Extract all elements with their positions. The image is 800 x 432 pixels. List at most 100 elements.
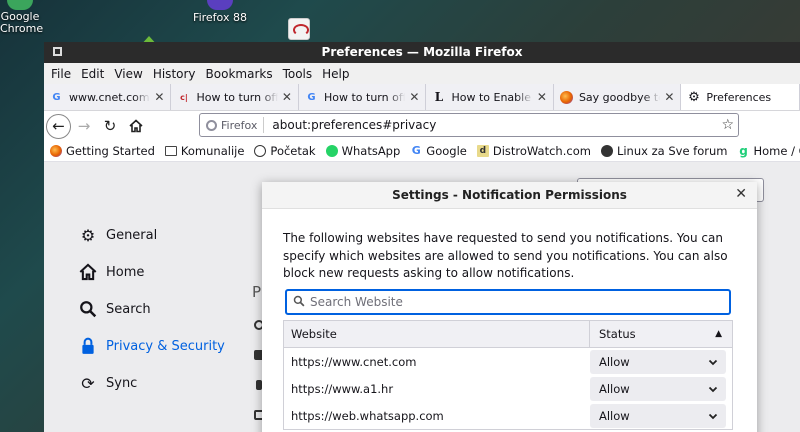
close-icon[interactable]: ✕: [154, 90, 164, 104]
bookmark-item[interactable]: d DistroWatch.com: [476, 144, 591, 158]
status-dropdown[interactable]: Allow: [590, 403, 726, 428]
menu-file[interactable]: File: [46, 67, 76, 81]
home-button[interactable]: [123, 113, 149, 139]
close-icon[interactable]: ✕: [282, 90, 292, 104]
bookmarks-toolbar: Getting Started Komunalije Početak Whats…: [44, 141, 800, 162]
identity-box[interactable]: Firefox: [200, 117, 265, 133]
table-row[interactable]: https://www.a1.hr Allow: [284, 375, 732, 402]
sidebar-item-home[interactable]: Home: [78, 262, 144, 282]
status-cell: Allow: [590, 349, 732, 374]
firefox-icon: [559, 90, 573, 104]
reload-button[interactable]: ↻: [97, 113, 123, 139]
bookmark-item[interactable]: Getting Started: [50, 144, 155, 158]
bookmark-item[interactable]: Početak: [254, 144, 316, 158]
tab[interactable]: G www.cnet.com stu ✕: [44, 84, 172, 110]
window-titlebar[interactable]: Preferences — Mozilla Firefox: [44, 42, 800, 63]
close-icon[interactable]: ✕: [664, 90, 674, 104]
google-icon: G: [52, 91, 61, 103]
notification-permissions-dialog: Settings - Notification Permissions ✕ Th…: [262, 182, 757, 432]
forward-button[interactable]: →: [71, 113, 97, 139]
bookmark-label: Google: [426, 144, 467, 158]
sidebar-item-label: Privacy & Security: [106, 338, 225, 354]
sidebar-item-label: General: [106, 227, 158, 243]
menu-edit[interactable]: Edit: [76, 67, 109, 81]
website-cell: https://www.cnet.com: [291, 354, 417, 369]
status-value: Allow: [599, 354, 630, 369]
table-row[interactable]: https://www.cnet.com Allow: [284, 348, 732, 375]
tab-preferences[interactable]: ⚙ Preferences: [681, 84, 800, 110]
tab-title: How to turn off Go: [196, 90, 278, 104]
identity-label: Firefox: [221, 118, 258, 132]
bookmark-item[interactable]: Linux za Sve forum: [600, 144, 728, 158]
status-dropdown[interactable]: Allow: [590, 376, 726, 401]
back-button[interactable]: ←: [46, 113, 71, 139]
table-header: Website Status ▲: [284, 321, 732, 348]
dialog-titlebar[interactable]: Settings - Notification Permissions ✕: [262, 182, 757, 209]
penguin-icon: [600, 145, 613, 157]
gear-icon: ⚙: [688, 89, 700, 105]
desktop-icon-chrome[interactable]: Google Chrome: [0, 0, 43, 35]
website-cell: https://web.whatsapp.com: [291, 408, 444, 423]
tab[interactable]: L How to Enable an ✕: [426, 84, 554, 110]
website-column-header[interactable]: Website: [284, 321, 590, 347]
status-cell: Allow: [590, 376, 732, 401]
status-value: Allow: [599, 408, 630, 423]
column-label: Status: [599, 327, 636, 341]
firefox-icon: [206, 119, 217, 131]
permissions-table: Website Status ▲ https://www.cnet.com Al…: [283, 320, 733, 430]
menubar: File Edit View History Bookmarks Tools H…: [44, 63, 800, 84]
status-dropdown[interactable]: Allow: [590, 349, 726, 374]
lock-icon: [78, 336, 98, 356]
close-icon[interactable]: ✕: [735, 186, 747, 202]
tab-title: www.cnet.com stu: [69, 90, 150, 104]
window-title: Preferences — Mozilla Firefox: [321, 45, 523, 59]
bookmark-label: Linux za Sve forum: [616, 144, 728, 158]
gear-icon: ⚙: [80, 225, 96, 245]
chevron-down-icon: [708, 382, 718, 396]
reload-icon: ↻: [103, 117, 117, 135]
gab-icon: g: [739, 144, 748, 158]
sidebar-item-search[interactable]: Search: [78, 299, 151, 319]
bookmark-item[interactable]: WhatsApp: [325, 144, 401, 158]
url-text[interactable]: about:preferences#privacy: [264, 118, 721, 132]
navigation-toolbar: ← → ↻ Firefox about:preferences#privacy …: [44, 111, 800, 141]
status-cell: Allow: [590, 403, 732, 428]
google-icon: G: [411, 144, 421, 157]
bookmark-folder[interactable]: Komunalije: [164, 144, 245, 158]
close-icon[interactable]: ✕: [537, 90, 547, 104]
menu-view[interactable]: View: [109, 67, 147, 81]
tab-title: How to Enable an: [451, 90, 532, 104]
bookmark-label: Komunalije: [180, 144, 245, 158]
tab[interactable]: G How to turn off Fir ✕: [299, 84, 427, 110]
status-column-header[interactable]: Status ▲: [590, 321, 732, 347]
desktop-icon-label: Firefox 88: [193, 11, 247, 24]
tab[interactable]: Say goodbye to a ✕: [554, 84, 682, 110]
sidebar-item-general[interactable]: ⚙ General: [78, 225, 157, 245]
google-icon: G: [307, 91, 316, 103]
bookmark-label: Početak: [270, 144, 316, 158]
close-icon[interactable]: ✕: [409, 90, 419, 104]
bookmark-label: Home / Gab Social: [753, 144, 800, 158]
menu-help[interactable]: Help: [317, 67, 354, 81]
dialog-description: The following websites have requested to…: [283, 231, 728, 280]
tab[interactable]: c| How to turn off Go ✕: [171, 84, 299, 110]
folder-icon: [164, 146, 177, 156]
desktop-icon-firefox[interactable]: Firefox 88: [190, 0, 250, 24]
sidebar-item-privacy[interactable]: Privacy & Security: [78, 336, 225, 356]
url-bar[interactable]: Firefox about:preferences#privacy ☆: [199, 113, 739, 137]
sidebar-item-sync[interactable]: ⟳ Sync: [78, 373, 137, 393]
bookmark-label: WhatsApp: [341, 144, 401, 158]
search-website-field[interactable]: [285, 289, 731, 315]
bookmark-item[interactable]: g Home / Gab Social: [737, 144, 800, 158]
menu-history[interactable]: History: [148, 67, 201, 81]
firefox-icon: [207, 0, 233, 10]
bookmark-label: DistroWatch.com: [492, 144, 591, 158]
desktop-app-icon[interactable]: [288, 18, 310, 40]
bookmark-star-icon[interactable]: ☆: [721, 117, 738, 133]
bookmark-item[interactable]: G Google: [410, 144, 467, 158]
website-cell: https://www.a1.hr: [291, 381, 394, 396]
table-row[interactable]: https://web.whatsapp.com Allow: [284, 402, 732, 429]
menu-bookmarks[interactable]: Bookmarks: [201, 67, 278, 81]
menu-tools[interactable]: Tools: [278, 67, 318, 81]
search-website-input[interactable]: [310, 295, 710, 309]
